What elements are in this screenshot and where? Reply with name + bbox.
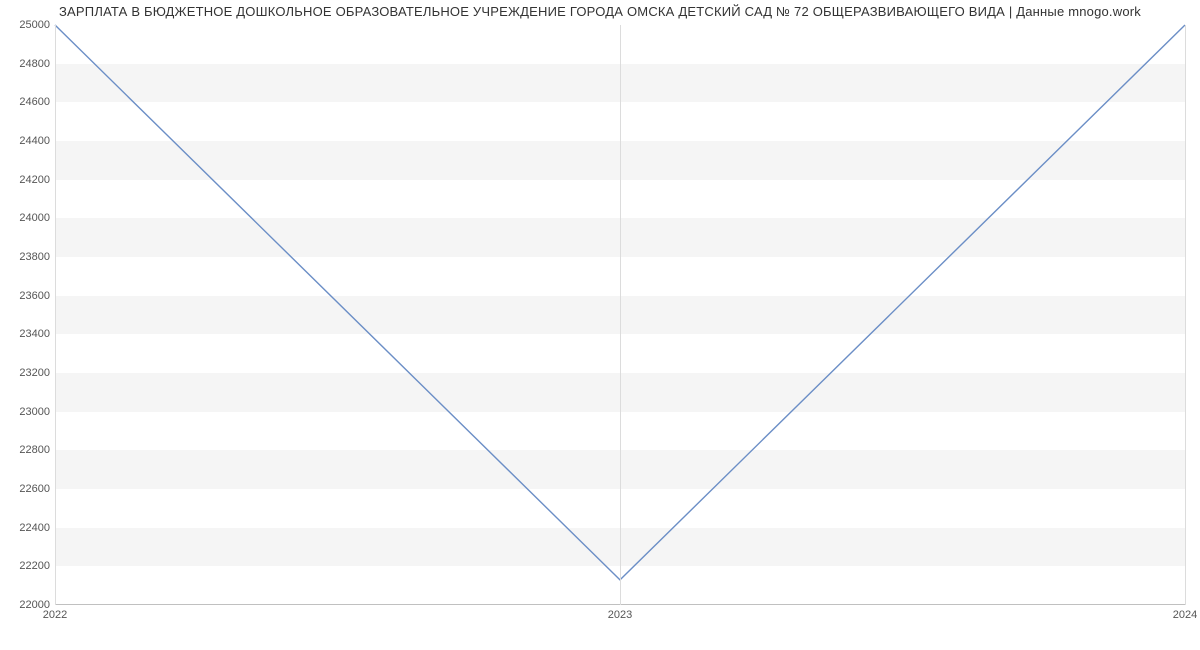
y-tick-label: 23400 xyxy=(10,328,50,340)
x-gridline xyxy=(1185,25,1186,605)
chart-container: ЗАРПЛАТА В БЮДЖЕТНОЕ ДОШКОЛЬНОЕ ОБРАЗОВА… xyxy=(0,0,1200,650)
chart-title: ЗАРПЛАТА В БЮДЖЕТНОЕ ДОШКОЛЬНОЕ ОБРАЗОВА… xyxy=(0,4,1200,19)
y-tick-label: 24400 xyxy=(10,135,50,147)
x-tick-label: 2024 xyxy=(1173,609,1197,621)
y-tick-label: 23200 xyxy=(10,367,50,379)
x-gridline xyxy=(620,25,621,605)
y-tick-label: 24200 xyxy=(10,174,50,186)
y-tick-label: 22400 xyxy=(10,522,50,534)
y-tick-label: 22600 xyxy=(10,483,50,495)
y-tick-label: 23600 xyxy=(10,290,50,302)
x-tick-label: 2022 xyxy=(43,609,67,621)
x-tick-label: 2023 xyxy=(608,609,632,621)
y-tick-label: 24000 xyxy=(10,212,50,224)
x-gridline xyxy=(55,25,56,605)
y-tick-label: 23000 xyxy=(10,406,50,418)
y-tick-label: 24600 xyxy=(10,96,50,108)
y-tick-label: 24800 xyxy=(10,58,50,70)
y-tick-label: 23800 xyxy=(10,251,50,263)
plot-area xyxy=(55,25,1185,605)
y-tick-label: 25000 xyxy=(10,19,50,31)
y-tick-label: 22200 xyxy=(10,560,50,572)
y-tick-label: 22800 xyxy=(10,444,50,456)
